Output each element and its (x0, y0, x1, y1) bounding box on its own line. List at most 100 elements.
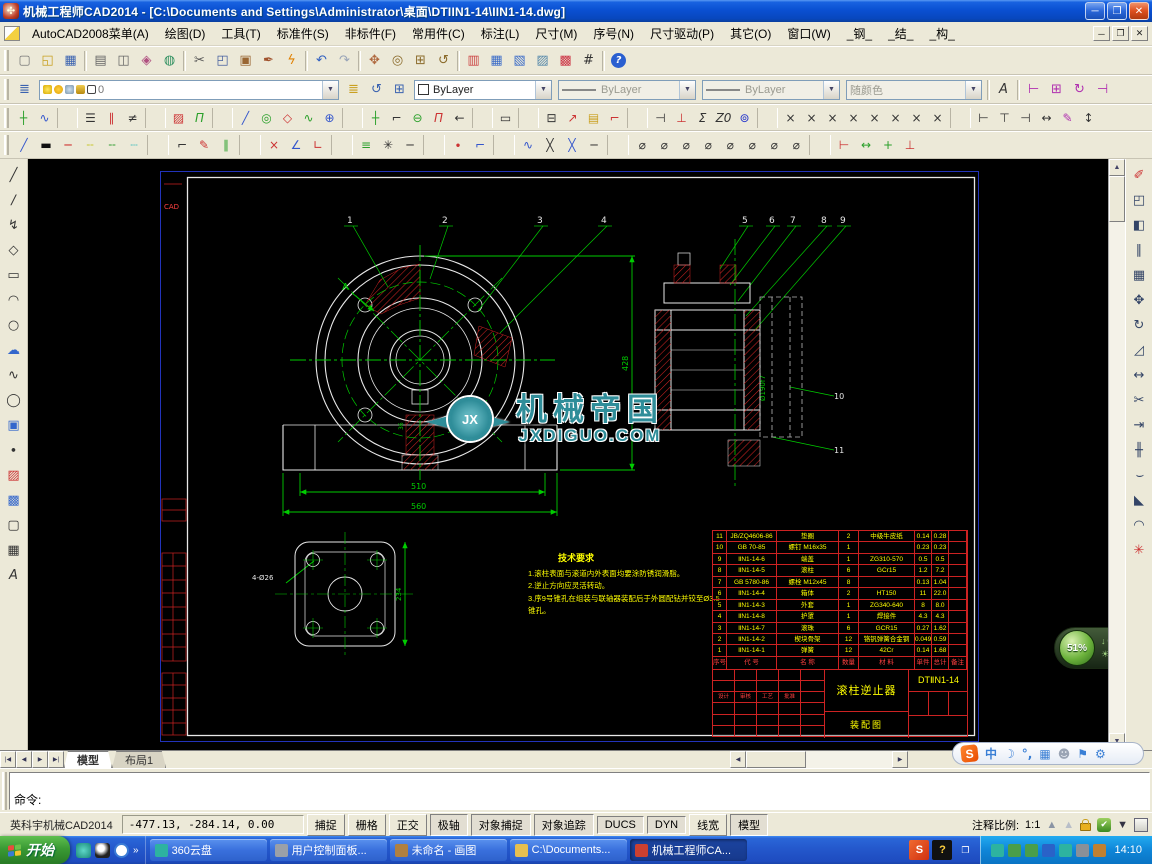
quickcalc-flash-icon[interactable]: ϟ (280, 49, 303, 72)
tool-icon[interactable] (239, 135, 261, 155)
offset-icon[interactable]: ∥ (1127, 238, 1151, 262)
circle-icon[interactable]: ○ (2, 313, 26, 337)
ime-settings-icon[interactable]: ⚙ (1095, 747, 1106, 761)
speed-ball-widget[interactable]: 51% ↓0.0K/s ☀33℃ + 12 (1054, 627, 1108, 669)
hatchlines-icon[interactable]: ≡ (355, 134, 377, 157)
dia5-icon[interactable]: ⌀ (719, 134, 741, 157)
mirror-icon[interactable]: ◧ (1127, 213, 1151, 237)
mdi-close-button[interactable]: ✕ (1131, 26, 1148, 41)
move-icon[interactable]: ✥ (1127, 288, 1151, 312)
fillet-icon[interactable]: ◠ (1127, 513, 1151, 537)
erase-icon[interactable]: ✐ (1127, 163, 1151, 187)
publish-icon[interactable]: ◈ (135, 49, 158, 72)
dia1-icon[interactable]: ⌀ (631, 134, 653, 157)
redo-icon[interactable]: ↷ (333, 49, 356, 72)
menu-item[interactable]: 尺寸(M) (527, 22, 585, 45)
dia6-icon[interactable]: ⌀ (741, 134, 763, 157)
break8-icon[interactable]: × (927, 106, 948, 129)
dimz-icon[interactable]: ⊥ (899, 134, 921, 157)
menu-item[interactable]: _构_ (921, 22, 962, 45)
ime-mode-chinese[interactable]: 中 (985, 745, 997, 762)
spline-icon[interactable]: ∿ (2, 363, 26, 387)
minus-box-icon[interactable]: ⊟ (541, 106, 562, 129)
rotate-icon[interactable]: ↻ (1127, 313, 1151, 337)
line-yellow-icon[interactable]: ╌ (79, 134, 101, 157)
tray-icon[interactable] (1042, 843, 1056, 857)
menu-item[interactable]: 窗口(W) (779, 22, 838, 45)
scroll-left-icon[interactable]: ◀ (730, 751, 746, 768)
tray-icon[interactable] (1093, 843, 1107, 857)
plotstyle-combo[interactable]: 随颜色 ▼ (846, 79, 982, 100)
sogou-tray-button[interactable]: S (909, 840, 930, 860)
extend-icon[interactable]: ⇥ (1127, 413, 1151, 437)
text-style-icon[interactable]: A (992, 78, 1015, 101)
close-button[interactable]: ✕ (1129, 2, 1149, 20)
plot-style-icon[interactable]: ⊣ (1091, 78, 1114, 101)
stretch-icon[interactable]: ↔ (1127, 363, 1151, 387)
dim-v-icon[interactable]: ⊤ (994, 106, 1015, 129)
restore-button[interactable]: ❐ (1107, 2, 1127, 20)
zo-icon[interactable]: Z0 (713, 106, 734, 129)
status-toggle[interactable]: 对象追踪 (533, 813, 594, 836)
mdi-minimize-button[interactable]: ─ (1093, 26, 1110, 41)
tool-icon[interactable] (145, 107, 166, 128)
menu-item[interactable]: 常用件(C) (404, 22, 473, 45)
table-style-icon[interactable]: ⊞ (1045, 78, 1068, 101)
hatch-icon[interactable]: ▨ (168, 106, 189, 129)
menu-item[interactable]: 其它(O) (722, 22, 779, 45)
horizontal-scrollbar[interactable]: ◀ ▶ (730, 751, 908, 768)
taskbar-task[interactable]: 机械工程师CA... (629, 839, 747, 861)
coordinates-readout[interactable]: -477.13, -284.14, 0.00 (121, 815, 304, 834)
ime-fullmoon-icon[interactable]: ☽ (1004, 747, 1015, 761)
scroll-right-icon[interactable]: ▶ (892, 751, 908, 768)
break1-icon[interactable]: × (780, 106, 801, 129)
status-toggle[interactable]: 栅格 (347, 813, 386, 836)
tool-icon[interactable] (757, 107, 778, 128)
layer-prev-icon[interactable]: ↺ (365, 78, 388, 101)
tool-icon[interactable] (607, 135, 629, 155)
mtext-icon[interactable]: A (2, 563, 26, 587)
clock[interactable]: 14:10 (1114, 844, 1142, 856)
scrollbar-thumb[interactable] (746, 751, 806, 768)
tool-icon[interactable] (809, 135, 831, 155)
par-green-icon[interactable]: ∥ (215, 134, 237, 157)
menu-item[interactable]: 标准件(S) (269, 22, 337, 45)
cross3-icon[interactable]: ╳ (561, 134, 583, 157)
markup-icon[interactable]: ▨ (531, 49, 554, 72)
tool-icon[interactable] (84, 50, 87, 71)
scrollbar-thumb[interactable] (1109, 176, 1125, 222)
chamfer-icon[interactable]: ◣ (1127, 488, 1151, 512)
dim-a-icon[interactable]: ⊣ (1015, 106, 1036, 129)
tool-icon[interactable] (305, 50, 308, 71)
vertical-scrollbar[interactable]: ▲ ▼ (1108, 159, 1125, 750)
color-combo[interactable]: ByLayer ▼ (414, 79, 552, 100)
table-tool-icon[interactable]: ▦ (2, 538, 26, 562)
point-node-icon[interactable]: ∙ (2, 438, 26, 462)
line-icon[interactable]: ╱ (2, 163, 26, 187)
cut-icon[interactable]: ✂ (188, 49, 211, 72)
break-icon[interactable]: ╫ (1127, 438, 1151, 462)
slot-icon[interactable]: ⊖ (407, 106, 428, 129)
tab-layout1[interactable]: 布局1 (112, 751, 167, 768)
paste-icon[interactable]: ▣ (234, 49, 257, 72)
gate-icon[interactable]: Π (428, 106, 449, 129)
quicklaunch-more-icon[interactable]: » (133, 845, 139, 856)
arrow-left-icon[interactable]: ← (449, 106, 470, 129)
annotation-autoscale-icon[interactable]: ▲ (1063, 819, 1074, 831)
menu-item[interactable]: 工具(T) (213, 22, 268, 45)
ellipse-icon[interactable]: ◯ (2, 388, 26, 412)
corner-icon[interactable]: ⌐ (386, 106, 407, 129)
tray-icon[interactable] (1008, 843, 1022, 857)
rect-tool-icon[interactable]: ▭ (495, 106, 516, 129)
taskbar-task[interactable]: C:\Documents... (509, 839, 627, 861)
break3-icon[interactable]: × (822, 106, 843, 129)
start-button[interactable]: 开始 (0, 836, 70, 864)
line-thick-icon[interactable]: ▬ (35, 134, 57, 157)
lock-icon[interactable] (1080, 818, 1092, 831)
line2-icon[interactable]: ╱ (235, 106, 256, 129)
tool-icon[interactable] (183, 50, 186, 71)
tool-icon[interactable] (147, 135, 169, 155)
trim-icon[interactable]: ✂ (1127, 388, 1151, 412)
chevron-down-icon[interactable]: ▼ (679, 80, 695, 99)
dimx-icon[interactable]: ⊢ (833, 134, 855, 157)
